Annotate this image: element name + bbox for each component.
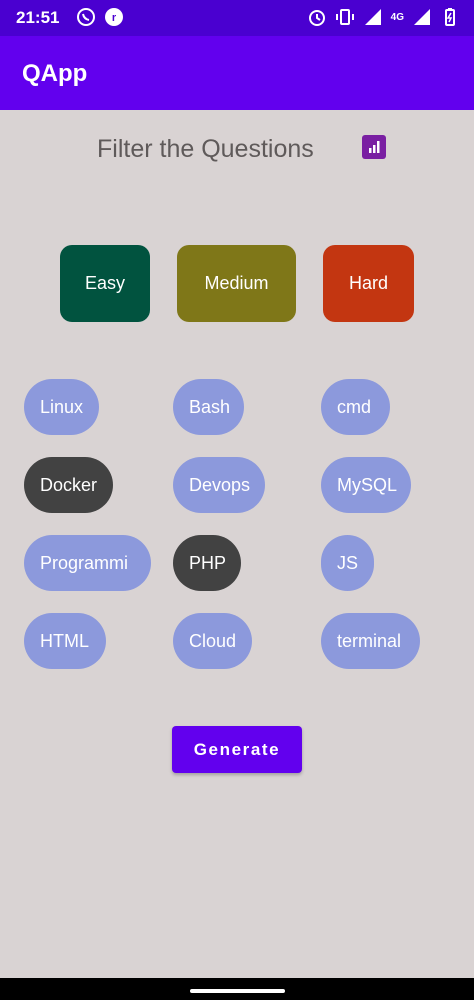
chip-programming[interactable]: Programmi	[24, 535, 151, 591]
app-bar: QApp	[0, 36, 474, 110]
filter-title: Filter the Questions	[97, 135, 314, 163]
chip-mysql[interactable]: MySQL	[321, 457, 411, 513]
navigation-bar	[0, 978, 474, 1000]
status-time: 21:51	[16, 8, 60, 27]
chip-cloud[interactable]: Cloud	[173, 613, 252, 669]
home-gesture-handle[interactable]	[190, 989, 285, 993]
svg-text:r: r	[112, 12, 117, 24]
easy-button[interactable]: Easy	[60, 245, 150, 322]
bar-chart-icon[interactable]	[362, 135, 386, 159]
battery-icon	[445, 8, 455, 26]
chip-bash[interactable]: Bash	[173, 379, 244, 435]
app-title: QApp	[22, 60, 88, 87]
chip-devops[interactable]: Devops	[173, 457, 265, 513]
signal-icon	[364, 9, 381, 25]
signal-icon-2	[414, 9, 430, 25]
chip-terminal[interactable]: terminal	[321, 613, 420, 669]
vibrate-icon	[335, 9, 354, 25]
hard-button[interactable]: Hard	[323, 245, 414, 322]
chip-php[interactable]: PHP	[173, 535, 241, 591]
chip-html[interactable]: HTML	[24, 613, 106, 669]
status-bar: 21:51 r 4G	[0, 0, 474, 36]
chip-docker[interactable]: Docker	[24, 457, 113, 513]
chip-js[interactable]: JS	[321, 535, 374, 591]
chip-linux[interactable]: Linux	[24, 379, 99, 435]
whatsapp-icon	[77, 8, 95, 26]
app-notification-icon: r	[105, 8, 123, 26]
generate-button[interactable]: Generate	[172, 726, 302, 773]
medium-button[interactable]: Medium	[177, 245, 296, 322]
chip-cmd[interactable]: cmd	[321, 379, 390, 435]
alarm-icon	[308, 10, 325, 26]
network-type-label: 4G	[390, 11, 404, 23]
